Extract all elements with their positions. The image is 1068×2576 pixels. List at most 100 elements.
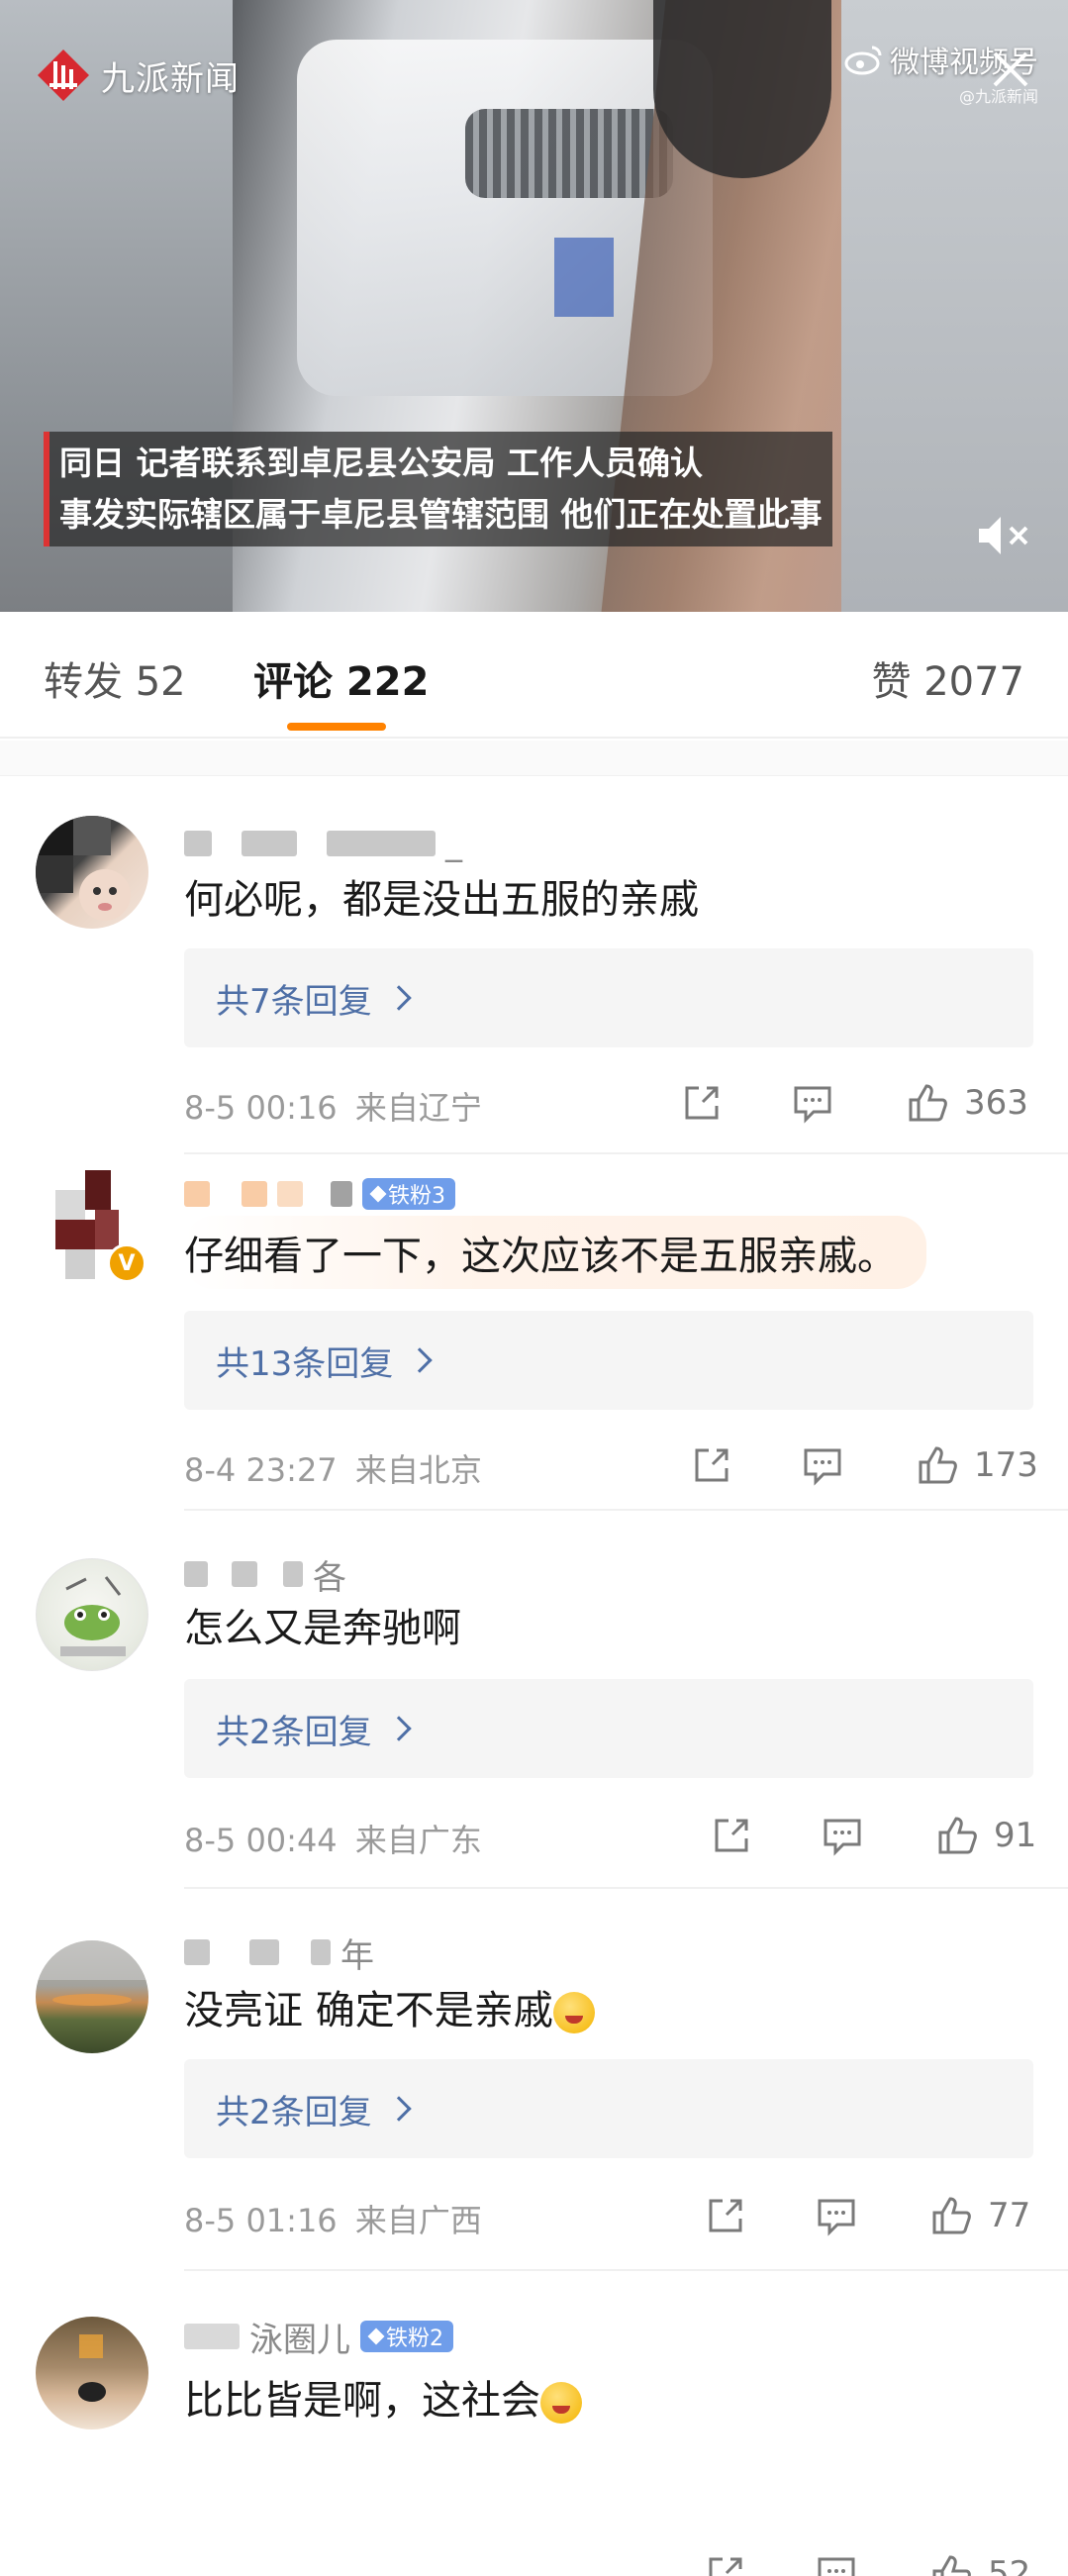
fan-badge-label: 铁粉3: [388, 1184, 445, 1209]
share-icon[interactable]: [709, 1813, 754, 1858]
comment-author-suffix: 各: [313, 1557, 346, 1598]
diamond-icon: [367, 2328, 385, 2345]
comment-author-row[interactable]: 铁粉3: [184, 1172, 455, 1216]
video-caption: 同日 记者联系到卓尼县公安局 工作人员确认 事发实际辖区属于卓尼县管辖范围 他们…: [44, 432, 832, 546]
fan-badge: 铁粉3: [362, 1178, 455, 1210]
like-count: 363: [964, 1083, 1028, 1123]
tab-repost[interactable]: 转发 52: [44, 649, 186, 707]
comment-divider: [184, 2269, 1068, 2271]
brand-left-text: 九派新闻: [101, 58, 240, 99]
comment-author-row[interactable]: 年: [184, 1931, 374, 1976]
like-icon[interactable]: [928, 2193, 974, 2238]
replies-count: 共7条回复: [216, 981, 372, 1022]
like-icon[interactable]: [905, 1080, 950, 1126]
comment-author-row[interactable]: 泳圈儿 铁粉2: [184, 2315, 453, 2360]
tab-likes[interactable]: 赞 2077: [871, 649, 1024, 707]
comment-actions: 77: [703, 2188, 1030, 2243]
tab-bar: 转发 52 评论 222 赞 2077: [0, 612, 1068, 739]
comment-meta: 8-5 00:44 来自广东: [184, 1816, 482, 1861]
video-car-grille: [465, 109, 673, 198]
comment-location: 来自广东: [354, 1822, 482, 1859]
blurred-name: [184, 2324, 240, 2349]
chevron-right-icon: [407, 1347, 433, 1373]
replies-count: 共2条回复: [216, 2092, 372, 2132]
comment-text: 仔细看了一下，这次应该不是五服亲戚。: [184, 1216, 926, 1289]
comment-actions: 173: [689, 1437, 1038, 1493]
share-icon[interactable]: [703, 2193, 748, 2238]
blurred-name: [242, 1181, 267, 1207]
chevron-right-icon: [385, 2096, 412, 2122]
comment-time: 8-5 00:16: [184, 1089, 338, 1127]
crying-laughing-emoji-icon: [540, 2382, 582, 2424]
jiupai-logo: 九派新闻: [36, 48, 240, 103]
comment-icon[interactable]: [800, 1442, 845, 1488]
avatar[interactable]: [36, 2317, 148, 2429]
caption-line-2: 事发实际辖区属于卓尼县管辖范围 他们正在处置此事: [59, 495, 823, 534]
avatar-image: [60, 1576, 126, 1656]
comment-author-suffix: 年: [340, 1935, 374, 1976]
comment-location: 来自北京: [354, 1451, 482, 1489]
chevron-right-icon: [385, 1716, 412, 1741]
blurred-name: [277, 1181, 303, 1207]
comment-author-suffix: _: [445, 824, 462, 863]
comment-meta: 8-5 01:16 来自广西: [184, 2196, 482, 2241]
video-player[interactable]: 九派新闻 微博视频号 @九派新闻 同日 记者联系到卓尼县公安局 工作人员确认 事…: [0, 0, 1068, 612]
like-count: 77: [988, 2196, 1031, 2235]
comment-text-body: 没亮证 确定不是亲戚: [184, 1988, 553, 2033]
comment-text: 何必呢，都是没出五服的亲戚: [184, 877, 699, 923]
comment-location: 来自辽宁: [354, 1089, 482, 1127]
weibo-logo-icon: [844, 46, 882, 75]
avatar[interactable]: [36, 1940, 148, 2053]
view-replies-button[interactable]: 共2条回复: [184, 1679, 1033, 1778]
like-count: 173: [974, 1445, 1038, 1485]
blurred-name: [331, 1181, 352, 1207]
view-replies-button[interactable]: 共13条回复: [184, 1311, 1033, 1410]
comment-author-row[interactable]: _: [184, 822, 462, 865]
verified-badge-icon: V: [107, 1243, 146, 1283]
comment-time: 8-5 00:44: [184, 1822, 338, 1859]
feed-top-separator: [0, 741, 1068, 776]
caption-line-1: 同日 记者联系到卓尼县公安局 工作人员确认: [59, 444, 703, 482]
like-count: 91: [994, 1816, 1037, 1855]
comment-text: 没亮证 确定不是亲戚: [184, 1978, 595, 2035]
comment-text: 比比皆是啊，这社会: [184, 2368, 582, 2426]
comment-divider: [184, 1509, 1068, 1511]
comment-icon[interactable]: [814, 2193, 859, 2238]
comment-location: 来自广西: [354, 2202, 482, 2239]
share-icon[interactable]: [703, 2551, 748, 2576]
diamond-icon: [369, 1185, 387, 1203]
chevron-right-icon: [385, 985, 412, 1011]
comment-time: 8-4 23:27: [184, 1451, 338, 1489]
share-icon[interactable]: [679, 1080, 725, 1126]
comment-icon[interactable]: [814, 2551, 859, 2576]
tab-comments[interactable]: 评论 222: [253, 649, 429, 707]
like-icon[interactable]: [915, 1442, 960, 1488]
comment-meta: 8-5 00:16 来自辽宁: [184, 1083, 482, 1129]
comment-time: 8-5 01:16: [184, 2202, 338, 2239]
close-icon[interactable]: [987, 46, 1034, 93]
comment-text-body: 比比皆是啊，这社会: [184, 2378, 540, 2424]
comment-icon[interactable]: [790, 1080, 835, 1126]
view-replies-button[interactable]: 共2条回复: [184, 2059, 1033, 2158]
comment-divider: [184, 1887, 1068, 1889]
comment-icon[interactable]: [820, 1813, 865, 1858]
replies-count: 共2条回复: [216, 1712, 372, 1752]
mute-icon[interactable]: [975, 511, 1034, 560]
avatar[interactable]: [36, 816, 148, 929]
avatar-image: [78, 2334, 106, 2402]
video-car-plate: [554, 238, 614, 317]
like-icon[interactable]: [928, 2551, 974, 2576]
blurred-name: [283, 1561, 303, 1587]
comment-author-row[interactable]: 各: [184, 1552, 346, 1598]
blurred-name: [184, 1181, 210, 1207]
avatar-image: [36, 816, 131, 921]
avatar[interactable]: [36, 1558, 148, 1671]
blurred-name: [311, 1939, 331, 1965]
blurred-name: [242, 831, 297, 856]
comment-actions: 52: [703, 2546, 1030, 2576]
view-replies-button[interactable]: 共7条回复: [184, 948, 1033, 1047]
blurred-name: [232, 1561, 257, 1587]
like-icon[interactable]: [934, 1813, 980, 1858]
video-hand: [653, 0, 831, 178]
share-icon[interactable]: [689, 1442, 734, 1488]
